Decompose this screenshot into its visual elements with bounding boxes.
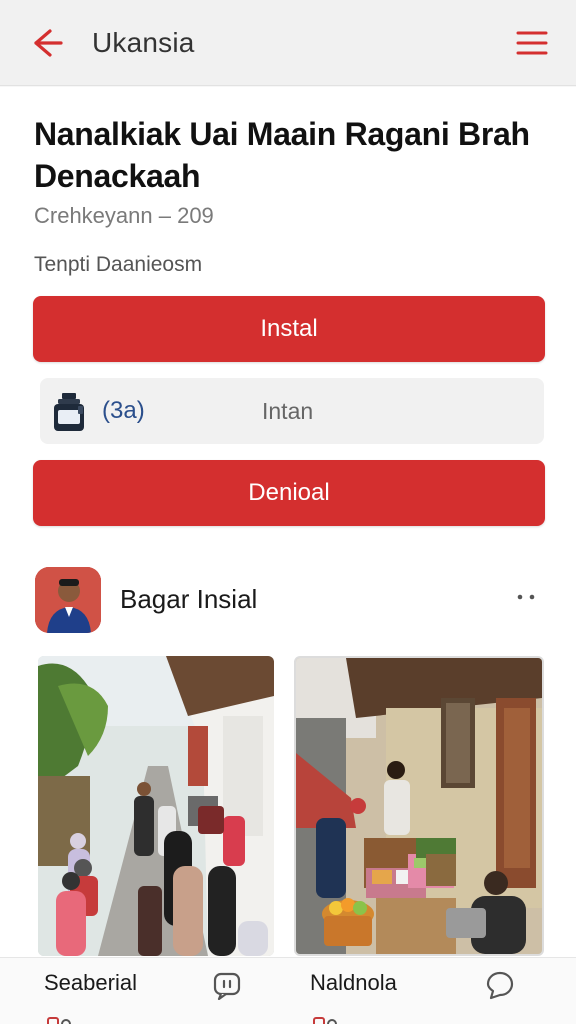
avatar[interactable] [35,567,101,633]
comment-icon[interactable] [485,970,515,1000]
partial-icon-right [313,1017,337,1024]
chat-bubble-icon[interactable] [212,970,242,1000]
street-scene-image [38,656,274,956]
app-bar: Ukansia [0,0,576,86]
post-photo-street[interactable] [38,656,274,956]
app-detail-content: Nanalkiak Uai Maain Ragani Brah Denackaa… [0,87,576,957]
more-dots-icon[interactable] [514,585,538,609]
bottom-bar: Seaberial Naldnola [0,957,576,1024]
install-button[interactable]: Instal [33,296,545,362]
hamburger-menu-icon[interactable] [516,28,548,58]
rating-count: (3a) [102,397,145,424]
info-label: Intan [262,398,314,424]
bottom-left-label[interactable]: Seaberial [44,970,137,996]
post-photo-market[interactable] [294,656,544,956]
download-button[interactable]: Denioal [33,460,545,526]
app-category: Tenpti Daanieosm [34,253,203,276]
arrow-left-icon[interactable] [30,27,64,59]
partial-icon-left [47,1017,71,1024]
app-bar-title: Ukansia [92,27,195,58]
post-author-name: Bagar Insial [120,584,258,614]
info-row: (3a) Intan [40,378,544,444]
avatar-image [35,567,101,633]
app-title: Nanalkiak Uai Maain Ragani Brah Denackaa… [34,116,530,194]
app-developer: Crehkeyann – 209 [34,203,214,228]
bottom-right-label[interactable]: Naldnola [310,970,397,996]
jar-icon [54,393,84,431]
market-scene-image [296,658,542,954]
